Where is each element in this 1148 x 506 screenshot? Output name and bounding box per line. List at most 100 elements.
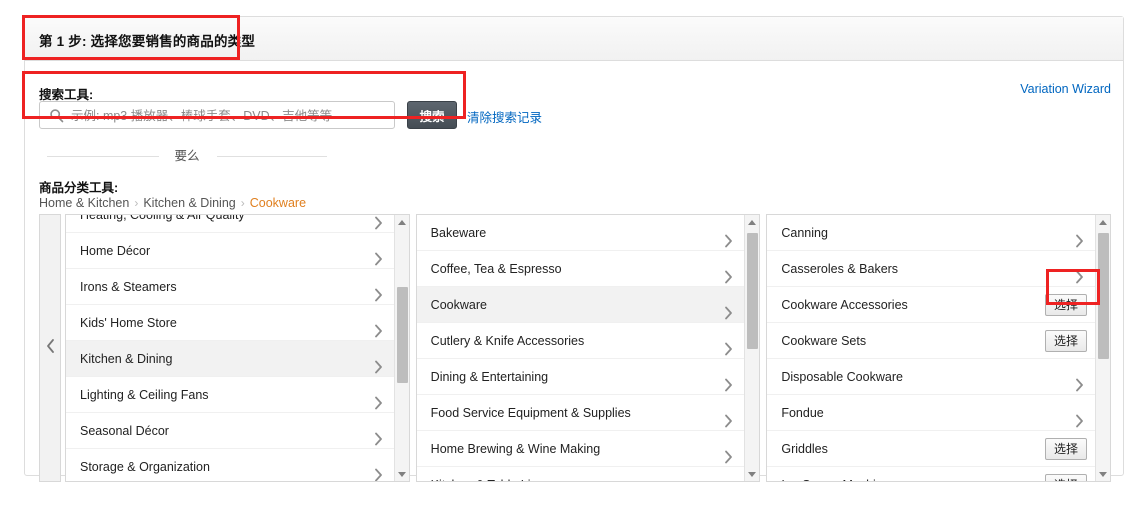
browser-back-button[interactable]: [39, 214, 61, 482]
category-browser: Heating, Cooling & Air Quality Home Décor…: [39, 214, 1112, 482]
category-list: Heating, Cooling & Air Quality Home Décor…: [66, 215, 394, 481]
category-row[interactable]: Food Service Equipment & Supplies: [416, 395, 745, 431]
column-scrollbar[interactable]: [744, 215, 760, 481]
chevron-right-icon: [723, 478, 734, 481]
category-row-label: Heating, Cooling & Air Quality: [80, 215, 245, 222]
seller-category-picker-screen: 第 1 步: 选择您要销售的商品的类型 Variation Wizard 搜索工…: [0, 0, 1148, 506]
scrollbar-thumb[interactable]: [747, 233, 759, 349]
select-category-button[interactable]: 选择: [1045, 438, 1088, 460]
or-divider: 要么: [47, 148, 327, 164]
chevron-right-icon: [1074, 406, 1085, 430]
chevron-right-icon: [373, 280, 384, 304]
chevron-right-icon: [723, 298, 734, 322]
chevron-right-icon: [1074, 226, 1085, 250]
category-row[interactable]: Kids' Home Store: [66, 305, 394, 341]
chevron-right-icon: [1074, 262, 1085, 286]
search-box[interactable]: [39, 101, 395, 130]
category-row[interactable]: Cookware Accessories 选择: [767, 287, 1096, 323]
category-list: Canning Casseroles & Bakers Cookware Acces…: [767, 215, 1096, 481]
select-category-button[interactable]: 选择: [1045, 474, 1088, 481]
category-row-label: Food Service Equipment & Supplies: [430, 406, 631, 420]
category-row[interactable]: Bakeware: [416, 215, 745, 251]
category-row-label: Storage & Organization: [80, 460, 210, 474]
breadcrumb-separator: ›: [134, 196, 139, 210]
scroll-down-arrow-icon[interactable]: [1096, 467, 1110, 481]
chevron-right-icon: [1074, 370, 1085, 394]
page-title: 第 1 步: 选择您要销售的商品的类型: [39, 34, 256, 49]
breadcrumb-item[interactable]: Cookware: [250, 196, 306, 210]
category-row-label: Bakeware: [430, 226, 487, 240]
category-row-label: Cookware: [430, 298, 487, 312]
category-row[interactable]: Canning: [767, 215, 1096, 251]
variation-wizard-link[interactable]: Variation Wizard: [1020, 82, 1111, 96]
chevron-right-icon: [373, 460, 384, 481]
column-scrollbar[interactable]: [393, 215, 409, 481]
step-card: 第 1 步: 选择您要销售的商品的类型 Variation Wizard 搜索工…: [24, 16, 1124, 482]
category-row[interactable]: Cutlery & Knife Accessories: [416, 323, 745, 359]
clear-search-history-link[interactable]: 清除搜索记录: [467, 107, 542, 126]
column-categories: Heating, Cooling & Air Quality Home Décor…: [65, 214, 410, 482]
chevron-right-icon: [723, 334, 734, 358]
category-row-label: Lighting & Ceiling Fans: [80, 388, 209, 402]
search-button[interactable]: 搜索: [407, 101, 457, 129]
scrollbar-thumb[interactable]: [396, 287, 408, 383]
category-row[interactable]: Casseroles & Bakers: [767, 251, 1096, 287]
category-row-label: Kitchen & Dining: [80, 352, 173, 366]
category-row[interactable]: Irons & Steamers: [66, 269, 394, 305]
scrollbar-thumb[interactable]: [1098, 233, 1110, 359]
breadcrumb-separator: ›: [240, 196, 245, 210]
category-row-label: Canning: [781, 226, 828, 240]
category-row[interactable]: Kitchen & Table Linens: [417, 467, 745, 481]
category-row-label: Disposable Cookware: [781, 370, 903, 384]
category-row[interactable]: Kitchen & Dining: [66, 341, 394, 377]
category-row-label: Casseroles & Bakers: [781, 262, 899, 276]
category-row[interactable]: Heating, Cooling & Air Quality: [66, 215, 394, 233]
breadcrumb: Home & Kitchen › Kitchen & Dining › Cookware: [39, 196, 306, 210]
category-row[interactable]: Griddles 选择: [767, 431, 1096, 467]
category-row[interactable]: Seasonal Décor: [66, 413, 394, 449]
chevron-right-icon: [723, 262, 734, 286]
scroll-up-arrow-icon[interactable]: [1096, 215, 1110, 229]
category-row[interactable]: Lighting & Ceiling Fans: [66, 377, 394, 413]
chevron-left-icon: [45, 338, 56, 359]
chevron-right-icon: [723, 442, 734, 466]
chevron-right-icon: [373, 424, 384, 448]
chevron-right-icon: [723, 370, 734, 394]
chevron-right-icon: [373, 388, 384, 412]
chevron-right-icon: [373, 215, 384, 232]
column-scrollbar[interactable]: [1095, 215, 1111, 481]
category-row[interactable]: Ice Cream Machines 选择: [767, 467, 1095, 481]
category-row-label: Dining & Entertaining: [430, 370, 549, 384]
category-row-label: Cookware Sets: [781, 334, 867, 348]
search-input[interactable]: [69, 102, 393, 130]
category-row-label: Irons & Steamers: [80, 280, 177, 294]
category-row-label: Kids' Home Store: [80, 316, 177, 330]
category-row[interactable]: Coffee, Tea & Espresso: [416, 251, 745, 287]
card-body: Variation Wizard 搜索工具: 搜索 清除搜索记录: [25, 61, 1123, 482]
category-row[interactable]: Home Brewing & Wine Making: [416, 431, 745, 467]
category-row-label: Coffee, Tea & Espresso: [430, 262, 562, 276]
scroll-up-arrow-icon[interactable]: [395, 215, 409, 229]
select-category-button[interactable]: 选择: [1045, 294, 1088, 316]
category-row-label: Home Brewing & Wine Making: [430, 442, 601, 456]
category-row-label: Cookware Accessories: [781, 298, 908, 312]
category-row-label: Griddles: [781, 442, 828, 456]
category-row-label: Cutlery & Knife Accessories: [430, 334, 585, 348]
chevron-right-icon: [373, 352, 384, 376]
chevron-right-icon: [723, 406, 734, 430]
category-row[interactable]: Cookware Sets 选择: [767, 323, 1096, 359]
select-category-button[interactable]: 选择: [1045, 330, 1088, 352]
scroll-down-arrow-icon[interactable]: [395, 467, 409, 481]
category-row[interactable]: Home Décor: [66, 233, 394, 269]
category-row-label: Seasonal Décor: [80, 424, 169, 438]
category-row[interactable]: Cookware: [416, 287, 745, 323]
breadcrumb-item[interactable]: Home & Kitchen: [39, 196, 129, 210]
category-row[interactable]: Dining & Entertaining: [416, 359, 745, 395]
category-row[interactable]: Fondue: [767, 395, 1096, 431]
category-row[interactable]: Storage & Organization: [66, 449, 394, 481]
category-row[interactable]: Disposable Cookware: [767, 359, 1096, 395]
scroll-down-arrow-icon[interactable]: [745, 467, 759, 481]
breadcrumb-item[interactable]: Kitchen & Dining: [143, 196, 235, 210]
scroll-up-arrow-icon[interactable]: [745, 215, 759, 229]
column-subcategories: Bakeware Coffee, Tea & Espresso Cookware Cu…: [415, 214, 761, 482]
